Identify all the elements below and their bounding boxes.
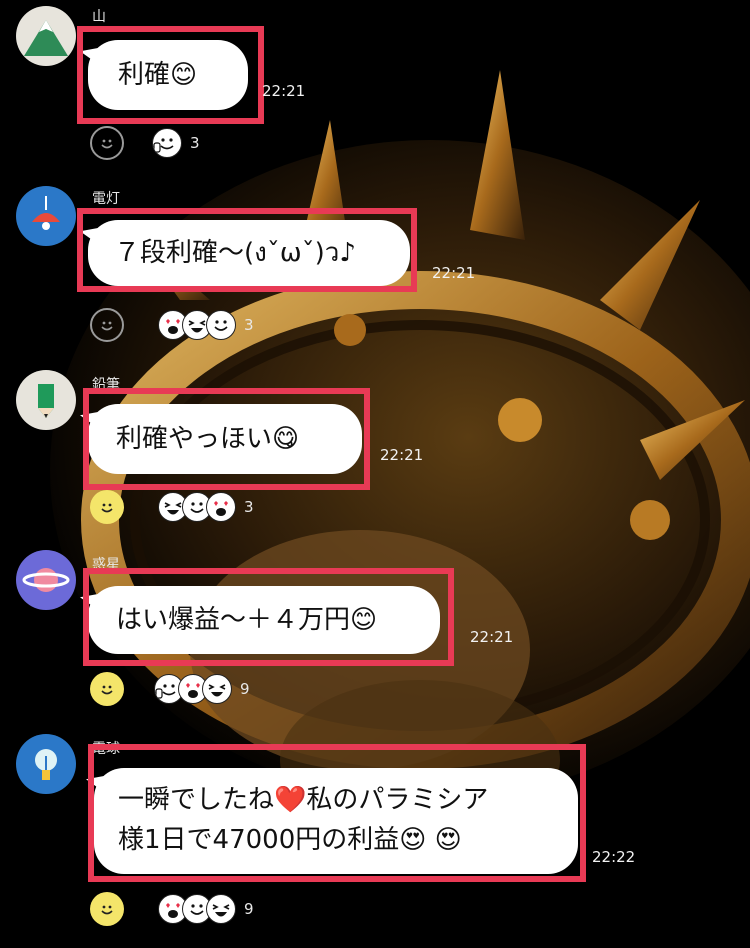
smiley-icon [101,139,113,149]
sender-name: 鉛筆 [92,377,120,393]
laughing-face-icon [206,894,236,924]
sender-name: 電灯 [92,191,120,207]
smiley-icon [101,685,113,695]
timestamp: 22:21 [380,446,424,464]
sender-name: 惑星 [92,557,120,573]
smile-face-icon [206,310,236,340]
message-bubble[interactable]: 利確😊 [88,40,248,110]
add-reaction-button[interactable] [90,892,124,926]
reaction-summary[interactable]: 9 [154,674,250,704]
reaction-count: 3 [244,498,254,516]
add-reaction-button[interactable] [90,308,124,342]
mountain-avatar[interactable] [16,6,76,66]
message-bubble[interactable]: 利確やっほい😋 [88,404,362,474]
reaction-count: 9 [240,680,250,698]
timestamp: 22:21 [262,82,306,100]
laughing-face-icon [202,674,232,704]
reaction-summary[interactable]: 9 [158,894,254,924]
smiley-icon [101,321,113,331]
reaction-summary[interactable]: 3 [158,310,254,340]
message-text: 利確😊 [118,60,198,90]
add-reaction-button[interactable] [90,672,124,706]
pencil-avatar[interactable] [16,370,76,430]
smiley-icon [101,905,113,915]
reaction-count: 3 [190,134,200,152]
message-text: 様1日で47000円の利益😍 😍 [118,825,462,855]
planet-avatar[interactable] [16,550,76,610]
message-text: ７段利確〜(งˇωˇ)ว♪ [114,238,356,268]
sender-name: 電球 [92,741,120,757]
reaction-count: 3 [244,316,254,334]
timestamp: 22:21 [432,264,476,282]
lamp-avatar[interactable] [16,186,76,246]
message-bubble[interactable]: はい爆益〜＋４万円😊 [88,586,440,654]
timestamp: 22:21 [470,628,514,646]
message-text: はい爆益〜＋４万円😊 [116,605,378,635]
message-bubble[interactable]: 一瞬でしたね❤️私のパラミシア 様1日で47000円の利益😍 😍 [94,768,578,874]
heart-eyes-face-icon [206,492,236,522]
bulb-avatar[interactable] [16,734,76,794]
add-reaction-button[interactable] [90,126,124,160]
sender-name: 山 [92,9,106,25]
smiley-icon [101,503,113,513]
message-text: 一瞬でしたね❤️私のパラミシア [118,785,489,815]
message-bubble[interactable]: ７段利確〜(งˇωˇ)ว♪ [88,220,410,286]
timestamp: 22:22 [592,848,636,866]
message-text: 利確やっほい😋 [116,424,300,454]
reaction-summary[interactable]: 3 [152,128,200,158]
reaction-summary[interactable]: 3 [158,492,254,522]
thumbs-up-face-icon [152,128,182,158]
reaction-count: 9 [244,900,254,918]
add-reaction-button[interactable] [90,490,124,524]
